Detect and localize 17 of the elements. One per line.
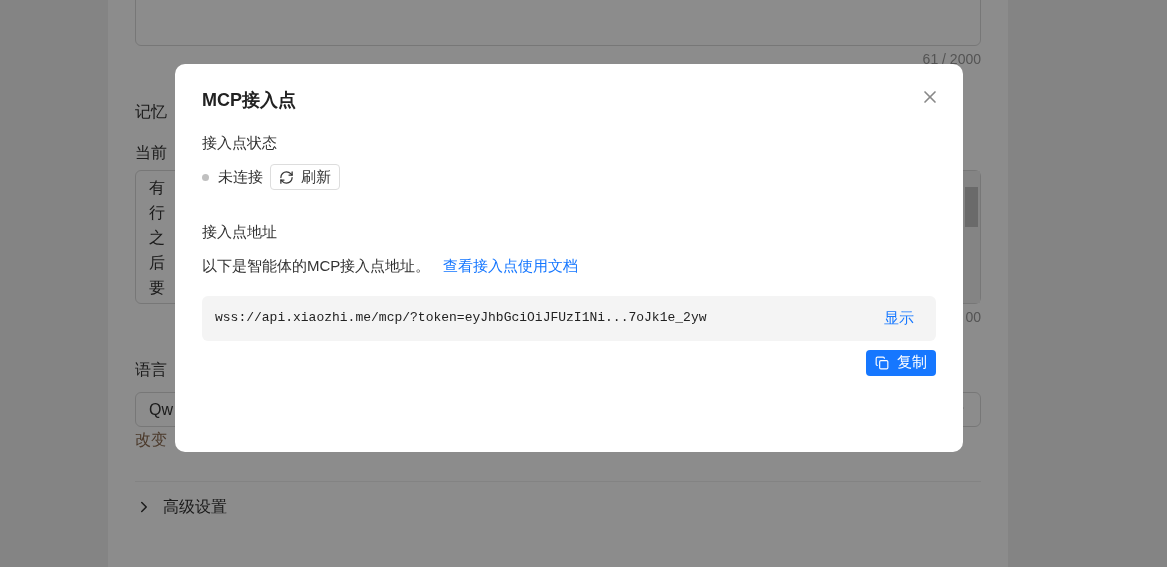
character-counter: 00	[965, 308, 981, 327]
field-label: 当前	[135, 143, 167, 163]
hint-text: 改变	[135, 430, 167, 450]
text-line: 后	[149, 253, 165, 273]
character-counter: 61 / 2000	[922, 50, 981, 69]
endpoint-address: wss://api.xiaozhi.me/mcp/?token=eyJhbGciOiJFUzI1Ni...7oJk1e_2yw	[215, 309, 707, 328]
section-label: 记忆	[135, 102, 167, 122]
text-line: 要	[149, 278, 165, 298]
description-text: 以下是智能体的MCP接入点地址。	[202, 256, 431, 276]
field-label: 语言	[135, 360, 167, 380]
text-line: 之	[149, 228, 165, 248]
text-line: 有	[149, 178, 165, 198]
status-text: 未连接	[218, 166, 263, 187]
text-line: 行	[149, 203, 165, 223]
section-heading: 接入点地址	[202, 222, 278, 242]
section-heading: 接入点状态	[202, 133, 278, 153]
dialog-title: MCP接入点	[202, 89, 296, 112]
